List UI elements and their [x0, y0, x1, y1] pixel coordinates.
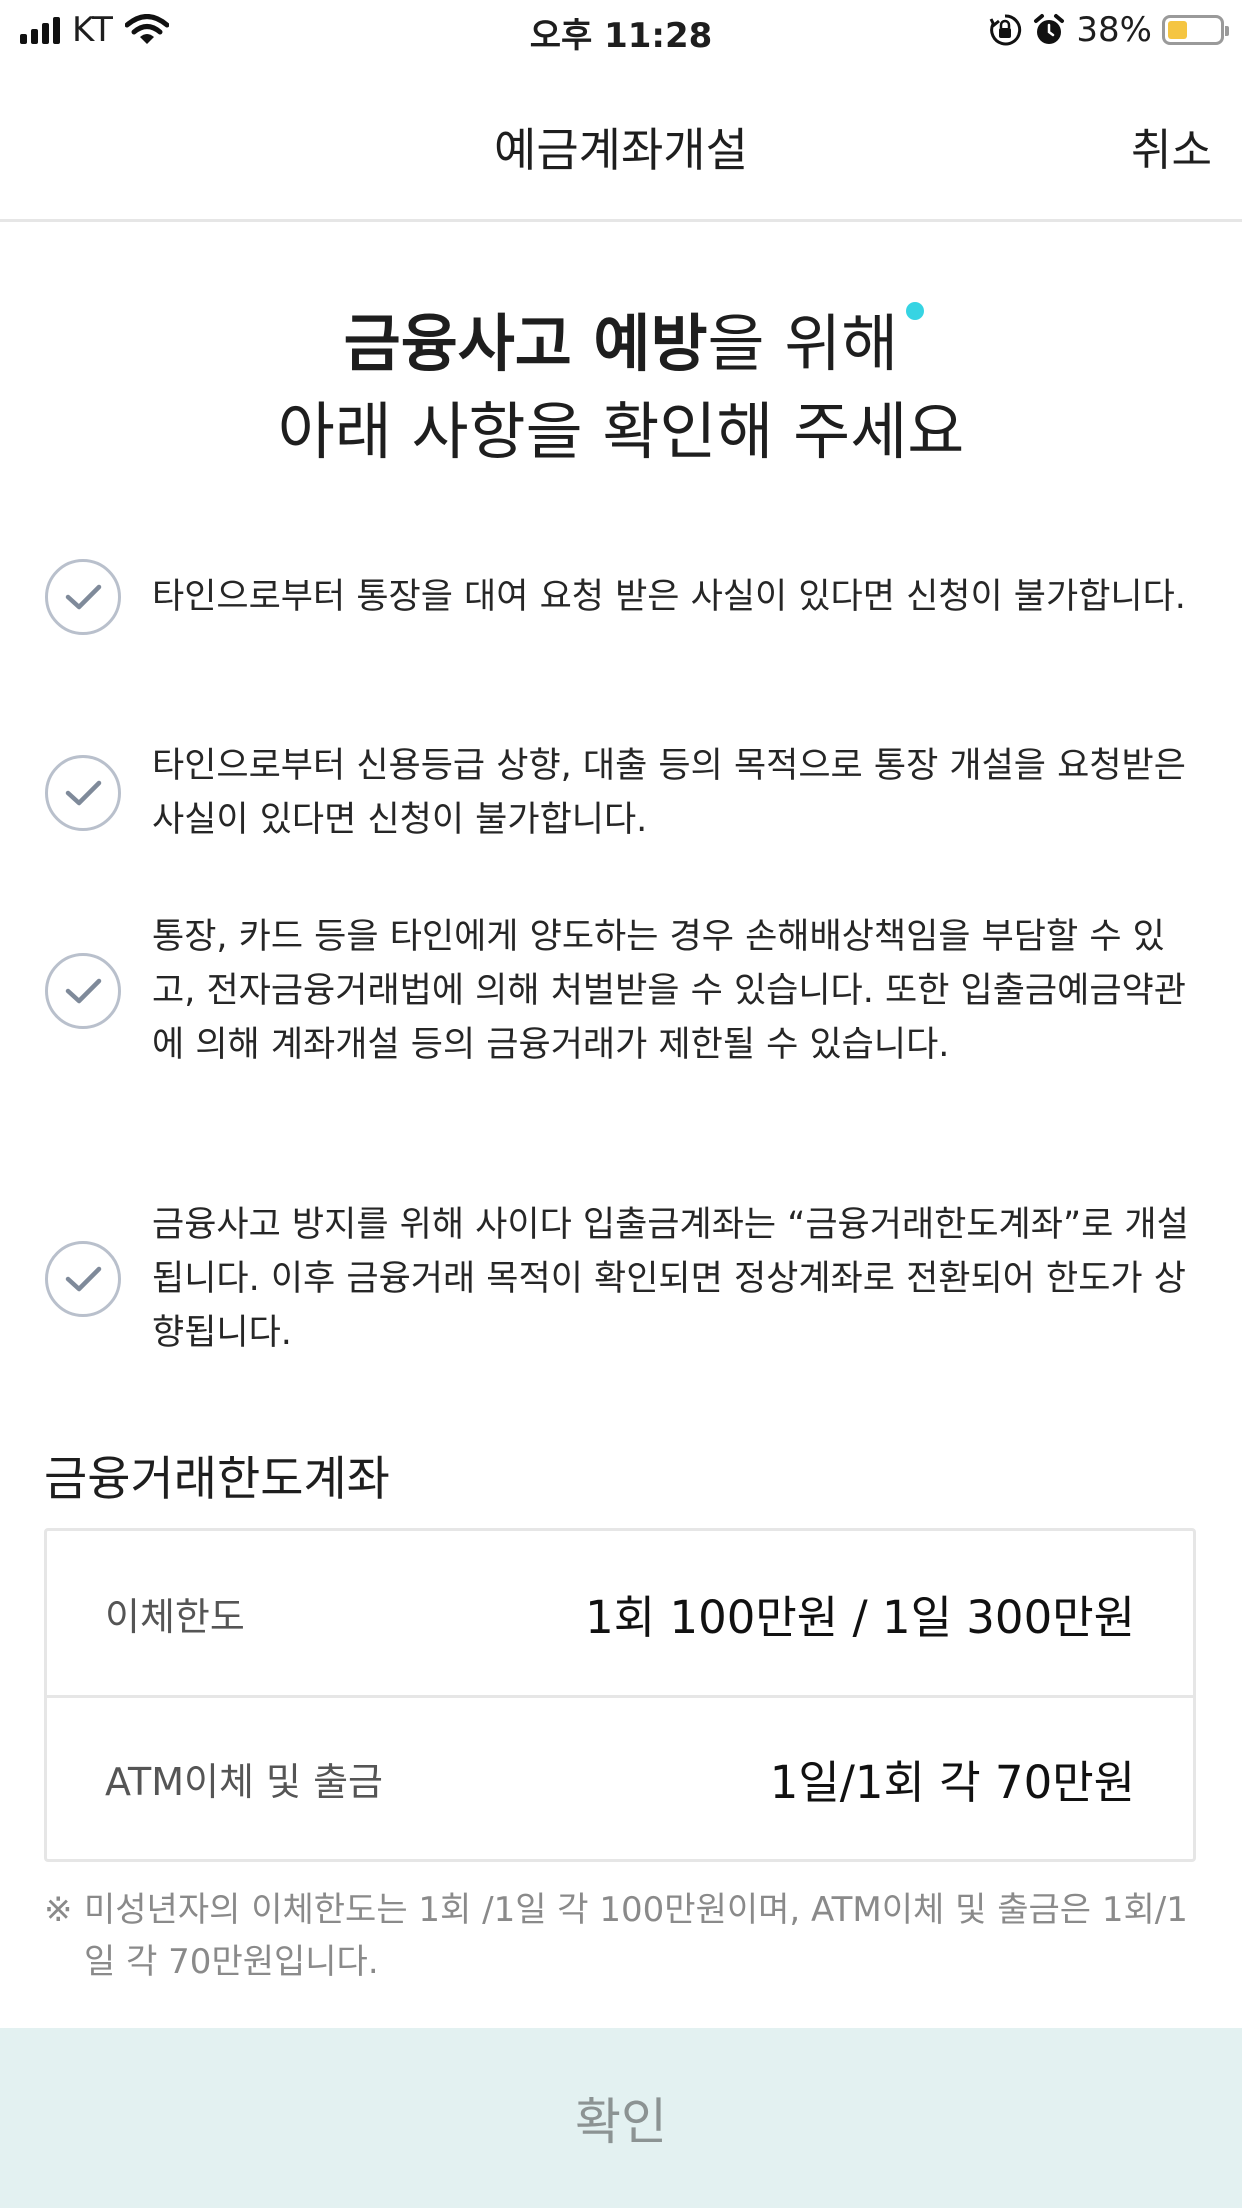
note-text: 미성년자의 이체한도는 1회 /1일 각 100만원이며, ATM이체 및 출금… — [84, 1890, 1188, 1982]
limit-table: 이체한도 1회 100만원 / 1일 300만원 ATM이체 및 출금 1일/1… — [44, 1528, 1196, 1862]
limit-label: ATM이체 및 출금 — [105, 1760, 384, 1804]
check-circle-icon[interactable] — [44, 952, 122, 1030]
limit-value: 1회 100만원 / 1일 300만원 — [585, 1590, 1135, 1644]
check-item-4[interactable]: 금융사고 방지를 위해 사이다 입출금계좌는 “금융거래한도계좌”로 개설 됩니… — [44, 1198, 1204, 1360]
check-item-text: 금융사고 방지를 위해 사이다 입출금계좌는 “금융거래한도계좌”로 개설 됩니… — [152, 1205, 1189, 1353]
status-right: 38% — [988, 10, 1229, 50]
check-item-2[interactable]: 타인으로부터 신용등급 상향, 대출 등의 목적으로 통장 개설을 요청받은 사… — [44, 739, 1204, 847]
cancel-button[interactable]: 취소 — [1131, 114, 1212, 178]
check-item-text: 타인으로부터 신용등급 상향, 대출 등의 목적으로 통장 개설을 요청받은 사… — [152, 746, 1186, 840]
headline-emphasis: 금융사고 예방 — [335, 300, 714, 388]
battery-percent: 38% — [1076, 10, 1152, 50]
nav-bar: 예금계좌개설 취소 — [0, 60, 1242, 222]
accent-dot — [906, 302, 924, 320]
limit-value: 1일/1회 각 70만원 — [769, 1756, 1135, 1809]
check-circle-icon[interactable] — [44, 1240, 122, 1318]
headline-line1: 금융사고 예방을 위해 — [0, 300, 1242, 388]
confirm-button[interactable]: 확인 — [0, 2028, 1242, 2208]
page-title: 예금계좌개설 — [494, 123, 748, 177]
check-item-text: 통장, 카드 등을 타인에게 양도하는 경우 손해배상책임을 부담할 수 있고,… — [152, 917, 1186, 1065]
status-bar: KT 오후 11:28 38% — [0, 0, 1242, 60]
note-mark: ※ — [44, 1890, 73, 1930]
limit-label: 이체한도 — [105, 1594, 245, 1639]
limit-row-transfer: 이체한도 1회 100만원 / 1일 300만원 — [47, 1531, 1193, 1695]
orientation-lock-icon — [990, 14, 1022, 46]
check-item-1[interactable]: 타인으로부터 통장을 대여 요청 받은 사실이 있다면 신청이 불가합니다. — [44, 558, 1204, 636]
limit-section-title: 금융거래한도계좌 — [44, 1452, 390, 1507]
limit-row-atm: ATM이체 및 출금 1일/1회 각 70만원 — [47, 1695, 1193, 1859]
minor-limit-note: ※ 미성년자의 이체한도는 1회 /1일 각 100만원이며, ATM이체 및 … — [44, 1884, 1204, 1988]
check-item-text: 타인으로부터 통장을 대여 요청 받은 사실이 있다면 신청이 불가합니다. — [152, 577, 1186, 617]
check-circle-icon[interactable] — [44, 754, 122, 832]
headline-line1-rest: 을 위해 — [707, 307, 899, 380]
headline: 금융사고 예방을 위해 아래 사항을 확인해 주세요 — [0, 300, 1242, 476]
check-circle-icon[interactable] — [44, 558, 122, 636]
alarm-icon — [1034, 14, 1065, 44]
headline-line2: 아래 사항을 확인해 주세요 — [277, 395, 965, 468]
battery-icon — [1162, 15, 1229, 45]
check-item-3[interactable]: 통장, 카드 등을 타인에게 양도하는 경우 손해배상책임을 부담할 수 있고,… — [44, 910, 1204, 1072]
